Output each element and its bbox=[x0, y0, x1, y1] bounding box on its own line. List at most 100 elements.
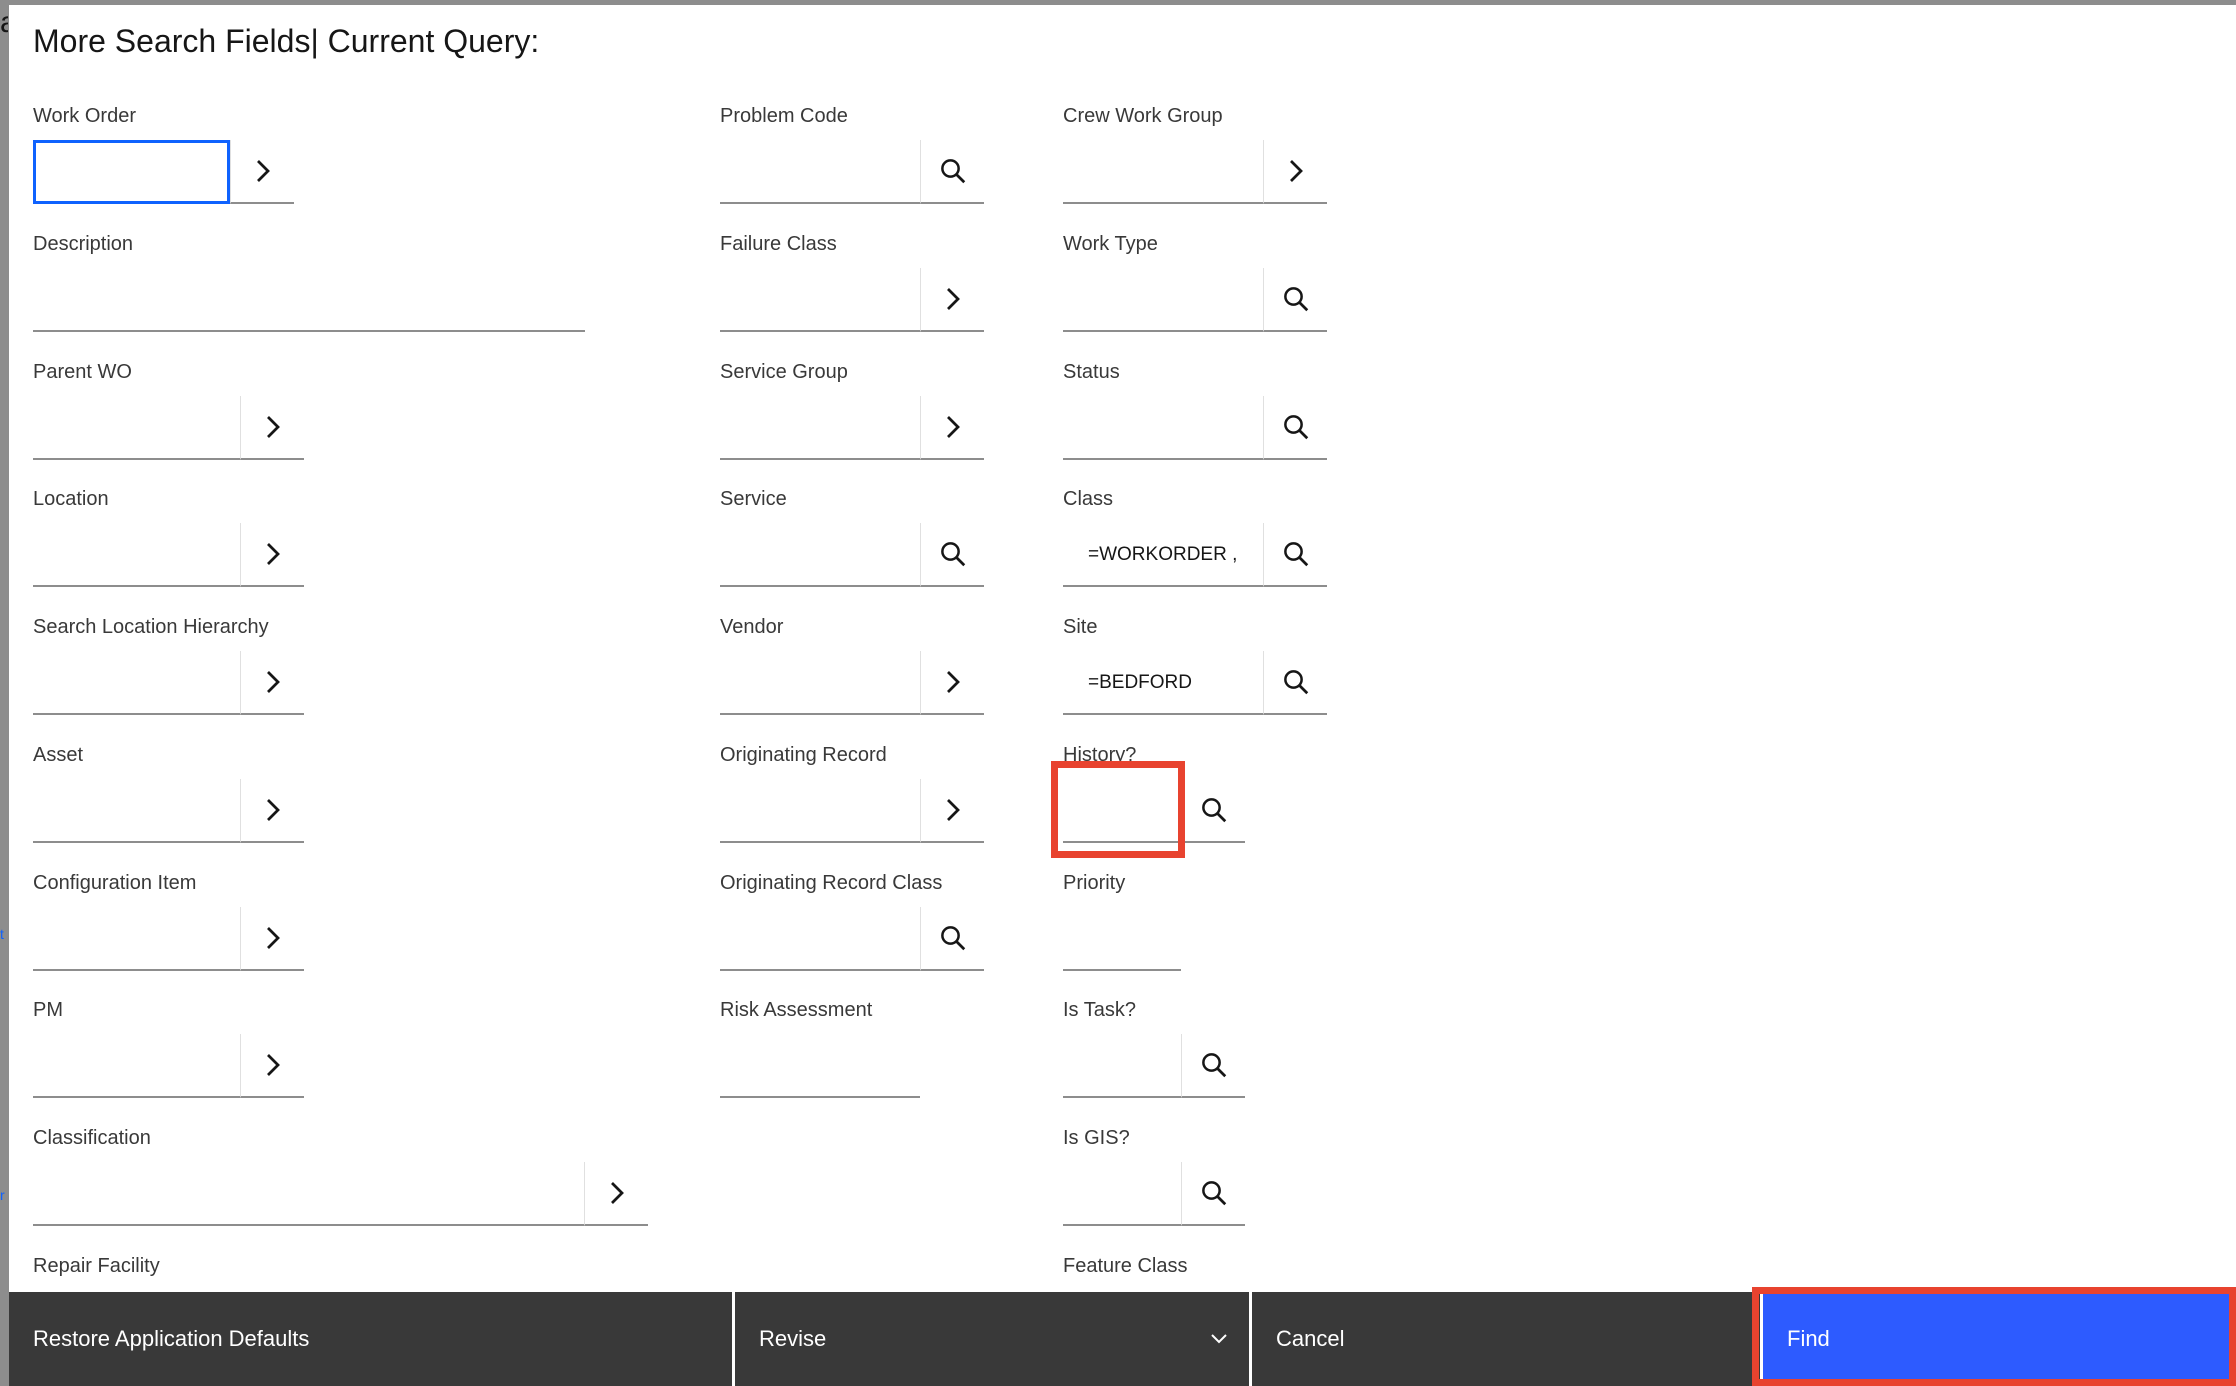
status-lookup-button[interactable] bbox=[1263, 396, 1327, 460]
risk-assessment-input[interactable] bbox=[720, 1034, 920, 1098]
screen: a t r More Search Fields| Current Query:… bbox=[0, 0, 2236, 1386]
problem-code-lookup-button[interactable] bbox=[920, 140, 984, 204]
work-type-lookup-button[interactable] bbox=[1263, 268, 1327, 332]
vendor-detail-button[interactable] bbox=[920, 651, 984, 715]
site-lookup-button[interactable] bbox=[1263, 651, 1327, 715]
class-field: Class =WORKORDER , bbox=[1063, 488, 1327, 588]
description-field: Description bbox=[33, 233, 585, 333]
work-order-label: Work Order bbox=[33, 105, 136, 127]
configuration-item-input[interactable] bbox=[33, 907, 240, 971]
service-group-label: Service Group bbox=[720, 361, 848, 383]
classification-detail-button[interactable] bbox=[584, 1162, 648, 1226]
search-location-hierarchy-label: Search Location Hierarchy bbox=[33, 616, 269, 638]
backdrop-left bbox=[0, 0, 9, 1386]
site-input[interactable]: =BEDFORD bbox=[1063, 651, 1263, 715]
pm-input[interactable] bbox=[33, 1034, 240, 1098]
restore-application-defaults-button[interactable]: Restore Application Defaults bbox=[9, 1292, 732, 1386]
originating-record-class-label: Originating Record Class bbox=[720, 872, 943, 894]
work-type-input[interactable] bbox=[1063, 268, 1263, 332]
classification-field: Classification bbox=[33, 1127, 648, 1227]
work-order-detail-button[interactable] bbox=[230, 140, 294, 204]
repair-facility-field: Repair Facility bbox=[33, 1255, 303, 1295]
class-input[interactable]: =WORKORDER , bbox=[1063, 523, 1263, 587]
search-icon bbox=[1283, 287, 1308, 312]
feature-class-label: Feature Class bbox=[1063, 1255, 1188, 1277]
work-order-input[interactable] bbox=[33, 140, 230, 204]
dialog-footer: Restore Application Defaults Revise Canc… bbox=[9, 1292, 2236, 1386]
originating-record-detail-button[interactable] bbox=[920, 779, 984, 843]
search-location-hierarchy-input[interactable] bbox=[33, 651, 240, 715]
history-label: History? bbox=[1063, 744, 1137, 766]
chevron-right-icon bbox=[1289, 160, 1303, 182]
vendor-field: Vendor bbox=[720, 616, 984, 716]
parent-wo-detail-button[interactable] bbox=[240, 396, 304, 460]
service-group-input[interactable] bbox=[720, 396, 920, 460]
service-group-field: Service Group bbox=[720, 361, 984, 461]
service-lookup-button[interactable] bbox=[920, 523, 984, 587]
service-input[interactable] bbox=[720, 523, 920, 587]
class-label: Class bbox=[1063, 488, 1114, 510]
class-lookup-button[interactable] bbox=[1263, 523, 1327, 587]
description-label: Description bbox=[33, 233, 134, 255]
crew-work-group-label: Crew Work Group bbox=[1063, 105, 1223, 127]
problem-code-field: Problem Code bbox=[720, 105, 984, 205]
classification-input[interactable] bbox=[33, 1162, 584, 1226]
search-location-hierarchy-detail-button[interactable] bbox=[240, 651, 304, 715]
search-icon bbox=[1201, 1053, 1226, 1078]
repair-facility-label: Repair Facility bbox=[33, 1255, 160, 1277]
failure-class-detail-button[interactable] bbox=[920, 268, 984, 332]
status-input[interactable] bbox=[1063, 396, 1263, 460]
find-button[interactable]: Find bbox=[1763, 1292, 2236, 1386]
search-icon bbox=[1201, 798, 1226, 823]
history-lookup-button[interactable] bbox=[1181, 779, 1245, 843]
chevron-right-icon bbox=[946, 799, 960, 821]
dialog-title: More Search Fields| Current Query: bbox=[33, 23, 540, 59]
status-label: Status bbox=[1063, 361, 1120, 383]
revise-dropdown-button[interactable]: Revise bbox=[735, 1292, 1249, 1386]
chevron-right-icon bbox=[610, 1182, 624, 1204]
configuration-item-detail-button[interactable] bbox=[240, 907, 304, 971]
originating-record-class-input[interactable] bbox=[720, 907, 920, 971]
is-task-lookup-button[interactable] bbox=[1181, 1034, 1245, 1098]
configuration-item-field: Configuration Item bbox=[33, 872, 304, 972]
is-gis-lookup-button[interactable] bbox=[1181, 1162, 1245, 1226]
crew-work-group-detail-button[interactable] bbox=[1263, 140, 1327, 204]
background-text-clip: a bbox=[0, 6, 8, 40]
problem-code-input[interactable] bbox=[720, 140, 920, 204]
vendor-input[interactable] bbox=[720, 651, 920, 715]
originating-record-input[interactable] bbox=[720, 779, 920, 843]
cancel-label: Cancel bbox=[1276, 1326, 1345, 1351]
is-task-input[interactable] bbox=[1063, 1034, 1181, 1098]
failure-class-field: Failure Class bbox=[720, 233, 984, 333]
site-label: Site bbox=[1063, 616, 1098, 638]
revise-label: Revise bbox=[759, 1326, 827, 1351]
location-input[interactable] bbox=[33, 523, 240, 587]
chevron-right-icon bbox=[266, 543, 280, 565]
location-field: Location bbox=[33, 488, 304, 588]
priority-field: Priority bbox=[1063, 872, 1253, 972]
background-link-clip: r bbox=[0, 1187, 5, 1203]
priority-input[interactable] bbox=[1063, 907, 1181, 971]
restore-application-defaults-label: Restore Application Defaults bbox=[33, 1326, 310, 1351]
chevron-right-icon bbox=[256, 160, 270, 182]
priority-label: Priority bbox=[1063, 872, 1126, 894]
asset-input[interactable] bbox=[33, 779, 240, 843]
asset-detail-button[interactable] bbox=[240, 779, 304, 843]
parent-wo-input[interactable] bbox=[33, 396, 240, 460]
originating-record-class-field: Originating Record Class bbox=[720, 872, 984, 972]
failure-class-input[interactable] bbox=[720, 268, 920, 332]
classification-label: Classification bbox=[33, 1127, 151, 1149]
description-input[interactable] bbox=[33, 268, 585, 332]
search-icon bbox=[940, 159, 965, 184]
location-detail-button[interactable] bbox=[240, 523, 304, 587]
history-input[interactable] bbox=[1063, 779, 1181, 843]
pm-detail-button[interactable] bbox=[240, 1034, 304, 1098]
is-gis-input[interactable] bbox=[1063, 1162, 1181, 1226]
service-group-detail-button[interactable] bbox=[920, 396, 984, 460]
originating-record-class-lookup-button[interactable] bbox=[920, 907, 984, 971]
chevron-right-icon bbox=[946, 671, 960, 693]
search-location-hierarchy-field: Search Location Hierarchy bbox=[33, 616, 304, 716]
risk-assessment-field: Risk Assessment bbox=[720, 999, 984, 1099]
crew-work-group-input[interactable] bbox=[1063, 140, 1263, 204]
cancel-button[interactable]: Cancel bbox=[1252, 1292, 1760, 1386]
